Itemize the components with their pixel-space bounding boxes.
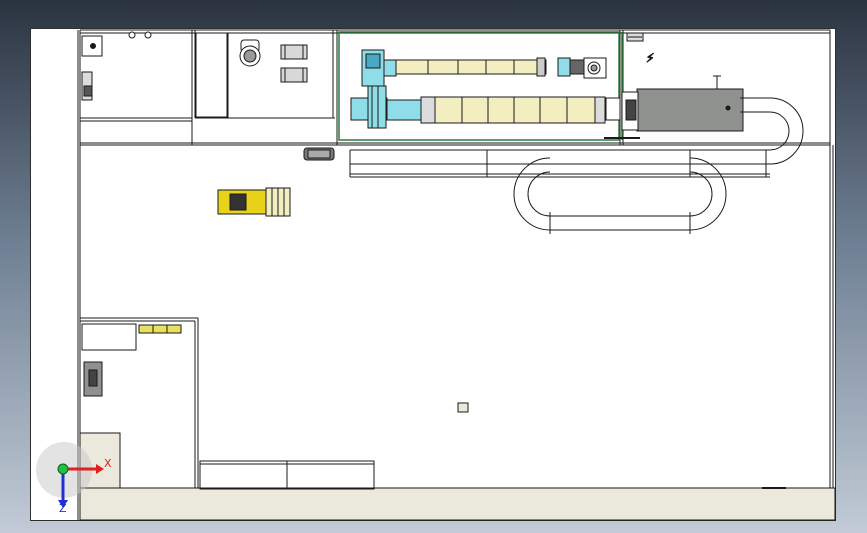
machine-small <box>83 361 103 397</box>
forklift <box>217 187 291 217</box>
production-line-lower <box>350 85 640 139</box>
cad-viewport[interactable]: ⚡ X Z <box>0 0 867 533</box>
z-axis-label: Z <box>59 502 67 515</box>
floor-marker <box>457 402 469 413</box>
production-line-upper <box>361 49 607 87</box>
bottom-racks <box>199 460 786 490</box>
storage-bins <box>138 324 182 334</box>
cart <box>303 147 335 161</box>
top-left-rooms <box>80 30 624 145</box>
oven-machine: ⚡ <box>621 32 744 132</box>
factory-layout-drawing: ⚡ <box>36 29 836 521</box>
floor-strip <box>79 487 836 521</box>
svg-text:⚡: ⚡ <box>646 51 654 65</box>
x-axis-label: X <box>104 457 112 470</box>
